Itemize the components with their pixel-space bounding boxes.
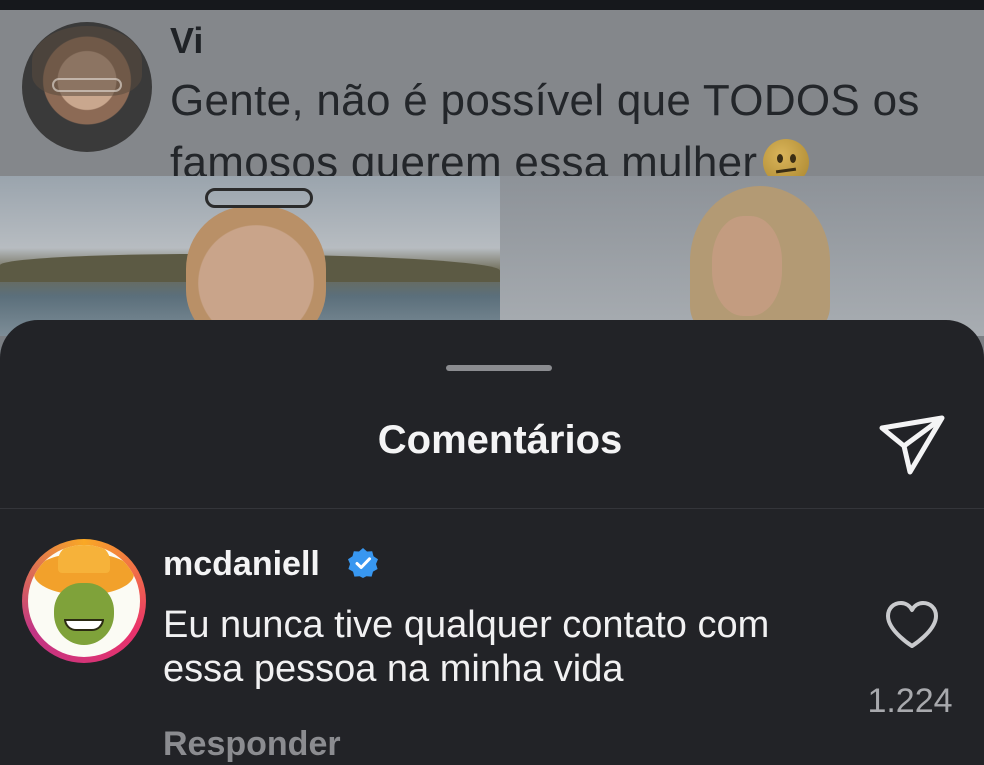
sheet-title: Comentários [377, 418, 623, 462]
commenter-username[interactable]: mcdaniell [163, 545, 320, 584]
post-photo-left[interactable] [0, 176, 500, 346]
comment-text: Eu nunca tive qualquer contato com essa … [163, 604, 770, 690]
send-icon[interactable] [876, 408, 948, 480]
reply-button[interactable]: Responder [163, 725, 341, 764]
comment-item: mcdaniell Eu nunca tive qualquer contato… [0, 535, 984, 765]
verified-badge-icon [347, 547, 379, 579]
poster-avatar[interactable] [22, 22, 152, 152]
post-photo-right[interactable] [500, 176, 984, 336]
avatar[interactable] [28, 545, 140, 657]
poster-name[interactable]: Vi [170, 20, 203, 62]
status-strip [0, 0, 984, 10]
sheet-divider [0, 508, 984, 509]
heart-icon[interactable] [884, 600, 940, 650]
like-count: 1.224 [867, 682, 953, 720]
post-header: Vi Gente, não é possível que TODOS os fa… [0, 10, 984, 187]
drag-handle[interactable] [446, 365, 552, 371]
comments-sheet: Comentários mcdaniell Eu nunca tive qual… [0, 320, 984, 765]
